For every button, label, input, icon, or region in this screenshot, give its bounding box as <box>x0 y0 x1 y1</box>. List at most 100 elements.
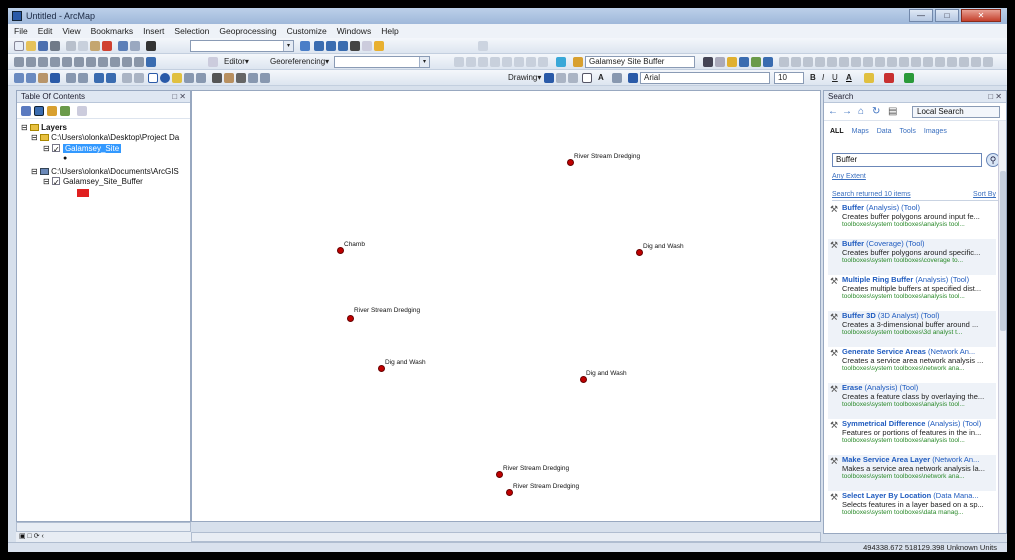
tools-icon[interactable] <box>122 57 132 67</box>
zoom-in-icon[interactable] <box>14 73 24 83</box>
tools-icon[interactable] <box>899 57 909 67</box>
zoom-to-elements-icon[interactable] <box>568 73 578 83</box>
find-icon[interactable] <box>212 73 222 83</box>
clear-selection-icon[interactable] <box>134 73 144 83</box>
georeferencing-menu[interactable]: Georeferencing▾ <box>270 57 329 66</box>
search-input[interactable]: Buffer <box>832 153 982 167</box>
drawing-menu[interactable]: Drawing▾ <box>508 73 541 82</box>
editor-menu[interactable]: Editor▾ <box>224 57 249 66</box>
underline-icon[interactable]: U <box>832 73 838 82</box>
print-icon[interactable] <box>50 41 60 51</box>
toc-panel-controls[interactable]: □ ✕ <box>172 91 186 103</box>
open-folder-icon[interactable] <box>26 41 36 51</box>
hyperlink-icon[interactable] <box>172 73 182 83</box>
fill-color-icon[interactable] <box>864 73 874 83</box>
tools-icon[interactable] <box>514 57 524 67</box>
minimize-button[interactable]: — <box>909 9 933 22</box>
result-title-rest[interactable]: (Network An... <box>926 347 975 356</box>
menu-customize[interactable]: Customize <box>287 26 327 36</box>
tools-icon[interactable] <box>751 57 761 67</box>
tools-icon[interactable] <box>454 57 464 67</box>
sketch-tools-icon[interactable] <box>478 41 488 51</box>
search-result[interactable]: ⚒ Erase (Analysis) (Tool) Creates a feat… <box>828 383 996 419</box>
result-title-match[interactable]: Erase <box>842 383 862 392</box>
map-point[interactable] <box>378 365 385 372</box>
layer-visibility-checkbox[interactable]: ✓ <box>51 177 60 187</box>
result-title-rest[interactable]: (Network An... <box>930 455 979 464</box>
toc-horizontal-scrollbar[interactable] <box>16 522 191 532</box>
result-title-match[interactable]: Buffer <box>842 203 864 212</box>
result-title-match[interactable]: Generate Service Areas <box>842 347 926 356</box>
map-point[interactable] <box>636 249 643 256</box>
folder-entry[interactable]: ⊟ C:\Users\olonka\Desktop\Project Da <box>31 133 179 142</box>
tools-icon[interactable] <box>791 57 801 67</box>
refresh-icon[interactable]: ↻ <box>872 107 883 117</box>
editor-toolbar-icon[interactable] <box>300 41 310 51</box>
menu-selection[interactable]: Selection <box>174 26 209 36</box>
result-title-match[interactable]: Select Layer By Location <box>842 491 931 500</box>
menu-edit[interactable]: Edit <box>38 26 53 36</box>
layer-name-label[interactable]: Galamsey_Site_Buffer <box>63 177 143 186</box>
back-arrow-icon[interactable]: ← <box>828 107 839 117</box>
tools-icon[interactable] <box>526 57 536 67</box>
tools-icon[interactable] <box>703 57 713 67</box>
result-title-rest[interactable]: (Analysis) (Tool) <box>862 383 919 392</box>
tools-icon[interactable] <box>50 57 60 67</box>
map-point[interactable] <box>567 159 574 166</box>
result-title-match[interactable]: Make Service Area Layer <box>842 455 930 464</box>
tools-icon[interactable] <box>851 57 861 67</box>
fixed-zoom-in-icon[interactable] <box>66 73 76 83</box>
cut-icon[interactable] <box>66 41 76 51</box>
toc-window-icon[interactable] <box>314 41 324 51</box>
map-horizontal-scrollbar[interactable] <box>191 532 821 542</box>
find-route-icon[interactable] <box>224 73 234 83</box>
search-result[interactable]: ⚒ Buffer 3D (3D Analyst) (Tool) Creates … <box>828 311 996 347</box>
time-slider-icon[interactable] <box>248 73 258 83</box>
map-point[interactable] <box>337 247 344 254</box>
tools-icon[interactable] <box>947 57 957 67</box>
search-result[interactable]: ⚒ Make Service Area Layer (Network An...… <box>828 455 996 491</box>
layer-galamsey-site[interactable]: ⊟ ✓ Galamsey_Site <box>43 144 122 154</box>
layers-group[interactable]: ⊟ Layers <box>21 123 67 132</box>
italic-icon[interactable]: I <box>822 73 824 82</box>
tools-icon[interactable] <box>14 57 24 67</box>
search-results-scrollbar[interactable] <box>998 121 1006 533</box>
tools-icon[interactable] <box>134 57 144 67</box>
map-point[interactable] <box>347 315 354 322</box>
tools-icon[interactable] <box>887 57 897 67</box>
results-count[interactable]: Search returned 10 items <box>832 191 911 198</box>
layer-visibility-checkbox[interactable]: ✓ <box>51 144 60 154</box>
list-by-visibility-icon[interactable] <box>47 106 57 116</box>
maximize-button[interactable]: □ <box>935 9 959 22</box>
pan-icon[interactable] <box>38 73 48 83</box>
folder-entry[interactable]: ⊟ C:\Users\olonka\Documents\ArcGIS <box>31 167 179 176</box>
go-to-xy-icon[interactable] <box>236 73 246 83</box>
map-point[interactable] <box>506 489 513 496</box>
tools-icon[interactable] <box>490 57 500 67</box>
search-options-link[interactable]: Any Extent <box>832 173 866 180</box>
tools-icon[interactable] <box>26 57 36 67</box>
layer-galamsey-site-buffer[interactable]: ⊟ ✓ Galamsey_Site_Buffer <box>43 177 143 187</box>
tools-icon[interactable] <box>466 57 476 67</box>
new-document-icon[interactable] <box>14 41 24 51</box>
result-title-match[interactable]: Buffer 3D <box>842 311 876 320</box>
full-extent-icon[interactable] <box>50 73 60 83</box>
model-builder-icon[interactable] <box>374 41 384 51</box>
filter-images[interactable]: Images <box>924 128 947 135</box>
arctoolbox-icon[interactable] <box>350 41 360 51</box>
tools-icon[interactable] <box>715 57 725 67</box>
copy-icon[interactable] <box>78 41 88 51</box>
map-scale-combo[interactable]: ▾ <box>190 40 294 52</box>
layer-name-label[interactable]: Galamsey_Site <box>62 144 122 153</box>
fixed-zoom-out-icon[interactable] <box>78 73 88 83</box>
tools-icon[interactable] <box>803 57 813 67</box>
result-title-match[interactable]: Multiple Ring Buffer <box>842 275 913 284</box>
save-icon[interactable] <box>38 41 48 51</box>
close-button[interactable]: ✕ <box>961 9 1001 22</box>
index-options-icon[interactable]: ▤ <box>888 107 899 117</box>
tools-icon[interactable] <box>911 57 921 67</box>
python-window-icon[interactable] <box>362 41 372 51</box>
search-result[interactable]: ⚒ Select Layer By Location (Data Mana...… <box>828 491 996 527</box>
font-combo[interactable]: Arial <box>640 72 770 84</box>
catalog-window-icon[interactable] <box>326 41 336 51</box>
